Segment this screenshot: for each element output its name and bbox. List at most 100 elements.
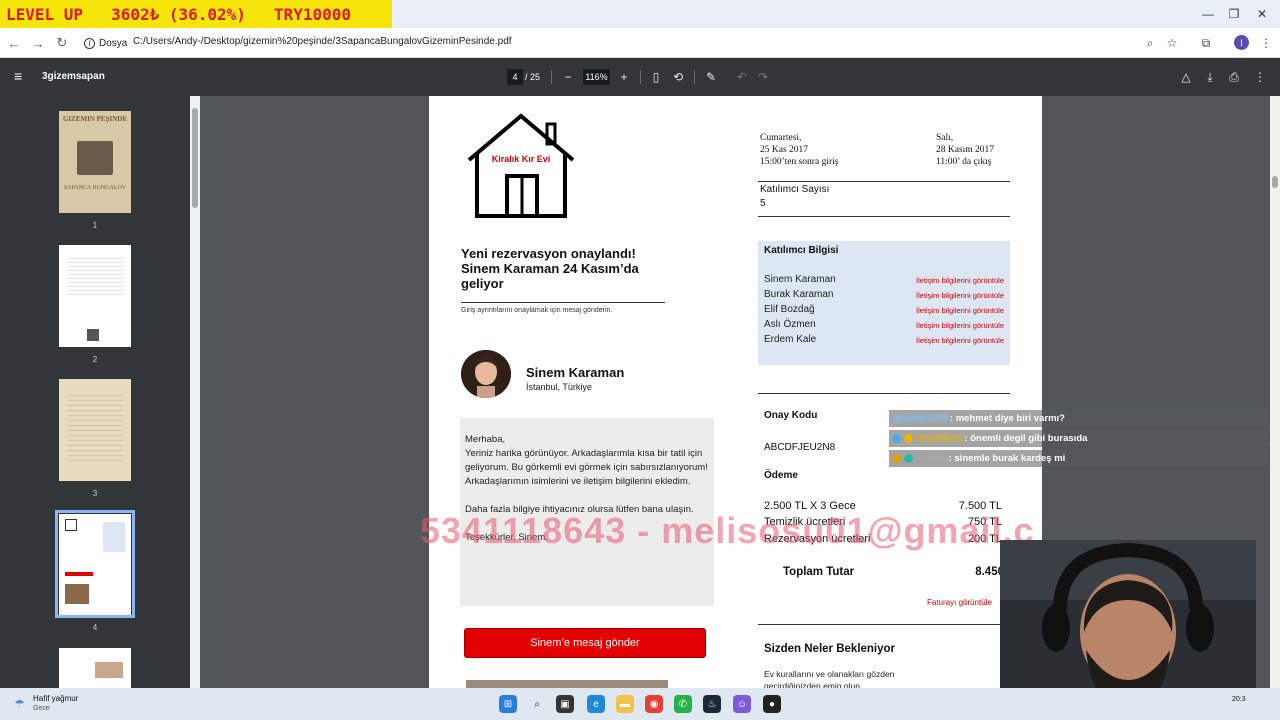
checkout-date: 28 Kasım 2017 xyxy=(936,145,995,155)
sidebar-scroll-thumb[interactable] xyxy=(192,108,198,208)
close-icon[interactable]: ✕ xyxy=(1252,4,1272,24)
reload-icon[interactable]: ↻ xyxy=(52,33,72,53)
obs-icon[interactable]: ● xyxy=(763,695,781,713)
participant-name: Aslı Özmen xyxy=(764,319,816,330)
participant-count-value: 5 xyxy=(760,198,766,209)
participant-info-box: Katılımcı Bilgisi Sinem Karaman İletişim… xyxy=(758,241,1010,365)
back-icon[interactable]: ← xyxy=(4,33,24,53)
sidebar-scrollbar[interactable] xyxy=(190,96,200,688)
chat-text: : mehmet diye biri varmı? xyxy=(949,413,1065,424)
thumb1-image xyxy=(77,141,113,175)
undo-icon[interactable]: ↶ xyxy=(734,69,750,85)
page-total: / 25 xyxy=(525,72,541,82)
download-icon[interactable]: ⤓ xyxy=(1202,69,1218,85)
send-message-button[interactable]: Sinem’e mesaj gönder xyxy=(464,628,706,658)
total-row: Toplam Tutar 8.450 xyxy=(783,566,1004,582)
chat-text: : sinemle burak kardeş mi xyxy=(948,453,1066,464)
contact-info-link[interactable]: İletişim bilgilerini görüntüle xyxy=(916,306,1004,315)
thumb5-image xyxy=(95,662,123,678)
checkout-block: Salı, 28 Kasım 2017 11:00’ da çıkış xyxy=(936,132,994,168)
thumb1-subtitle: SAPANCA BUNGALOV xyxy=(63,185,127,191)
rotate-icon[interactable]: ⟲ xyxy=(670,69,686,85)
forward-icon[interactable]: → xyxy=(28,33,48,53)
print-icon[interactable]: ⎙ xyxy=(1226,69,1242,85)
confirmation-code-value: ABCDFJEU2N8 xyxy=(764,442,836,453)
start-windows-icon[interactable]: ⊞ xyxy=(499,695,517,713)
thumbnail-selection-outline xyxy=(55,510,135,618)
url-field[interactable]: C:/Users/Andy-/Desktop/gizemin%20peşinde… xyxy=(133,36,512,47)
section-divider xyxy=(758,181,1010,182)
thumbnail-page-1[interactable]: GIZEMIN PEŞINDE SAPANCA BUNGALOV xyxy=(59,111,131,213)
profile-avatar[interactable]: I xyxy=(1234,35,1249,50)
fit-page-icon[interactable]: ▯ xyxy=(648,69,664,85)
chrome-icon[interactable]: ◉ xyxy=(645,695,663,713)
minimize-icon[interactable]: — xyxy=(1198,4,1218,24)
window-titlebar: — ❐ ✕ xyxy=(392,0,1280,28)
guest-photo xyxy=(461,350,511,398)
checkout-time: 11:00’ da çıkış xyxy=(936,157,992,167)
participant-name: Erdem Kale xyxy=(764,334,817,345)
section-divider xyxy=(758,393,1010,394)
annotate-pen-icon[interactable]: ✎ xyxy=(703,69,719,85)
stream-donation-banner: LEVEL UP 3602₺ (36.02%) TRY10000 xyxy=(0,0,392,28)
chat-username: DavikReis xyxy=(917,433,963,444)
edge-icon[interactable]: e xyxy=(587,695,605,713)
drive-save-icon[interactable]: △ xyxy=(1178,69,1194,85)
weather-title[interactable]: Hafif yağmur xyxy=(33,694,78,703)
info-icon: i xyxy=(84,37,95,49)
donation-goal: TRY10000 xyxy=(273,4,351,24)
extensions-icon[interactable]: ⧉ xyxy=(1196,33,1216,53)
more-menu-icon[interactable]: ⋮ xyxy=(1256,33,1276,53)
thumb2-text-lines xyxy=(67,255,123,295)
chat-badge-icon xyxy=(892,434,901,443)
pdf-more-icon[interactable]: ⋮ xyxy=(1252,69,1268,85)
thumbnail-page-2[interactable] xyxy=(59,245,131,347)
chat-badge-icon xyxy=(904,434,913,443)
participant-row: Burak Karaman İletişim bilgilerini görün… xyxy=(764,289,1004,304)
thumbnail-page-3[interactable] xyxy=(59,379,131,481)
search-icon[interactable]: ⌕ xyxy=(528,695,546,713)
contact-info-link[interactable]: İletişim bilgilerini görüntüle xyxy=(916,336,1004,345)
zoom-out-icon[interactable]: − xyxy=(560,69,576,85)
message-paragraph: Merhaba, Yeriniz harika görünüyor. Arkad… xyxy=(465,434,708,487)
restore-icon[interactable]: ❐ xyxy=(1224,4,1244,24)
confirmation-code-label: Onay Kodu xyxy=(764,410,818,421)
zoom-input[interactable]: 116% xyxy=(583,69,610,85)
discord-icon[interactable]: ☺ xyxy=(733,695,751,713)
site-info-chip[interactable]: i Dosya xyxy=(84,34,127,52)
windows-taskbar: ☂ Hafif yağmur Gece ⊞ ⌕ ▣ e ▬ ◉ ✆ ♨ ☺ ● … xyxy=(0,688,1280,720)
page-scrollbar[interactable] xyxy=(1270,96,1280,688)
file-explorer-icon[interactable]: ▬ xyxy=(616,695,634,713)
task-view-icon[interactable]: ▣ xyxy=(556,695,574,713)
participant-count-label: Katılımcı Sayısı xyxy=(760,184,830,195)
confirmation-subtitle: Giriş ayrıntılarını onaylamak için mesaj… xyxy=(461,307,613,314)
zoom-in-icon[interactable]: + xyxy=(616,69,632,85)
thumb2-qr-icon xyxy=(87,329,99,341)
title-divider xyxy=(461,302,665,303)
participant-row: Aslı Özmen İletişim bilgilerini görüntül… xyxy=(764,319,1004,334)
page-number-input[interactable]: 4 xyxy=(507,69,523,85)
participant-name: Burak Karaman xyxy=(764,289,834,300)
zoom-magnifier-icon[interactable]: ⌕ xyxy=(1140,33,1160,53)
redo-icon[interactable]: ↷ xyxy=(755,69,771,85)
contact-info-link[interactable]: İletişim bilgilerini görüntüle xyxy=(916,321,1004,330)
checkin-date: 25 Kas 2017 xyxy=(760,145,809,155)
view-invoice-link[interactable]: Faturayı görüntüle xyxy=(927,598,992,607)
steam-icon[interactable]: ♨ xyxy=(703,695,721,713)
page-scroll-thumb[interactable] xyxy=(1272,176,1278,188)
level-up-text: LEVEL UP xyxy=(6,4,84,24)
contact-info-link[interactable]: İletişim bilgilerini görüntüle xyxy=(916,291,1004,300)
bookmark-star-icon[interactable]: ☆ xyxy=(1162,33,1182,53)
thumbnail-number: 1 xyxy=(92,221,98,230)
chat-badge-icon xyxy=(904,454,913,463)
whatsapp-icon[interactable]: ✆ xyxy=(674,695,692,713)
weather-rain-icon[interactable]: ☂ xyxy=(14,697,28,711)
chat-message: DavikReis : önemli degil gibi burasıda xyxy=(889,430,1280,447)
stream-watermark: 5341118643 - melisosu01@gmail.c xyxy=(420,510,1035,551)
menu-icon[interactable]: ≡ xyxy=(14,69,28,83)
guest-avatar xyxy=(461,350,511,398)
system-clock[interactable]: 20:3 xyxy=(1232,696,1246,703)
contact-info-link[interactable]: İletişim bilgilerini görüntüle xyxy=(916,276,1004,285)
thumbnail-number: 3 xyxy=(92,489,98,498)
house-label: Kiralık Kır Evi xyxy=(492,154,551,164)
